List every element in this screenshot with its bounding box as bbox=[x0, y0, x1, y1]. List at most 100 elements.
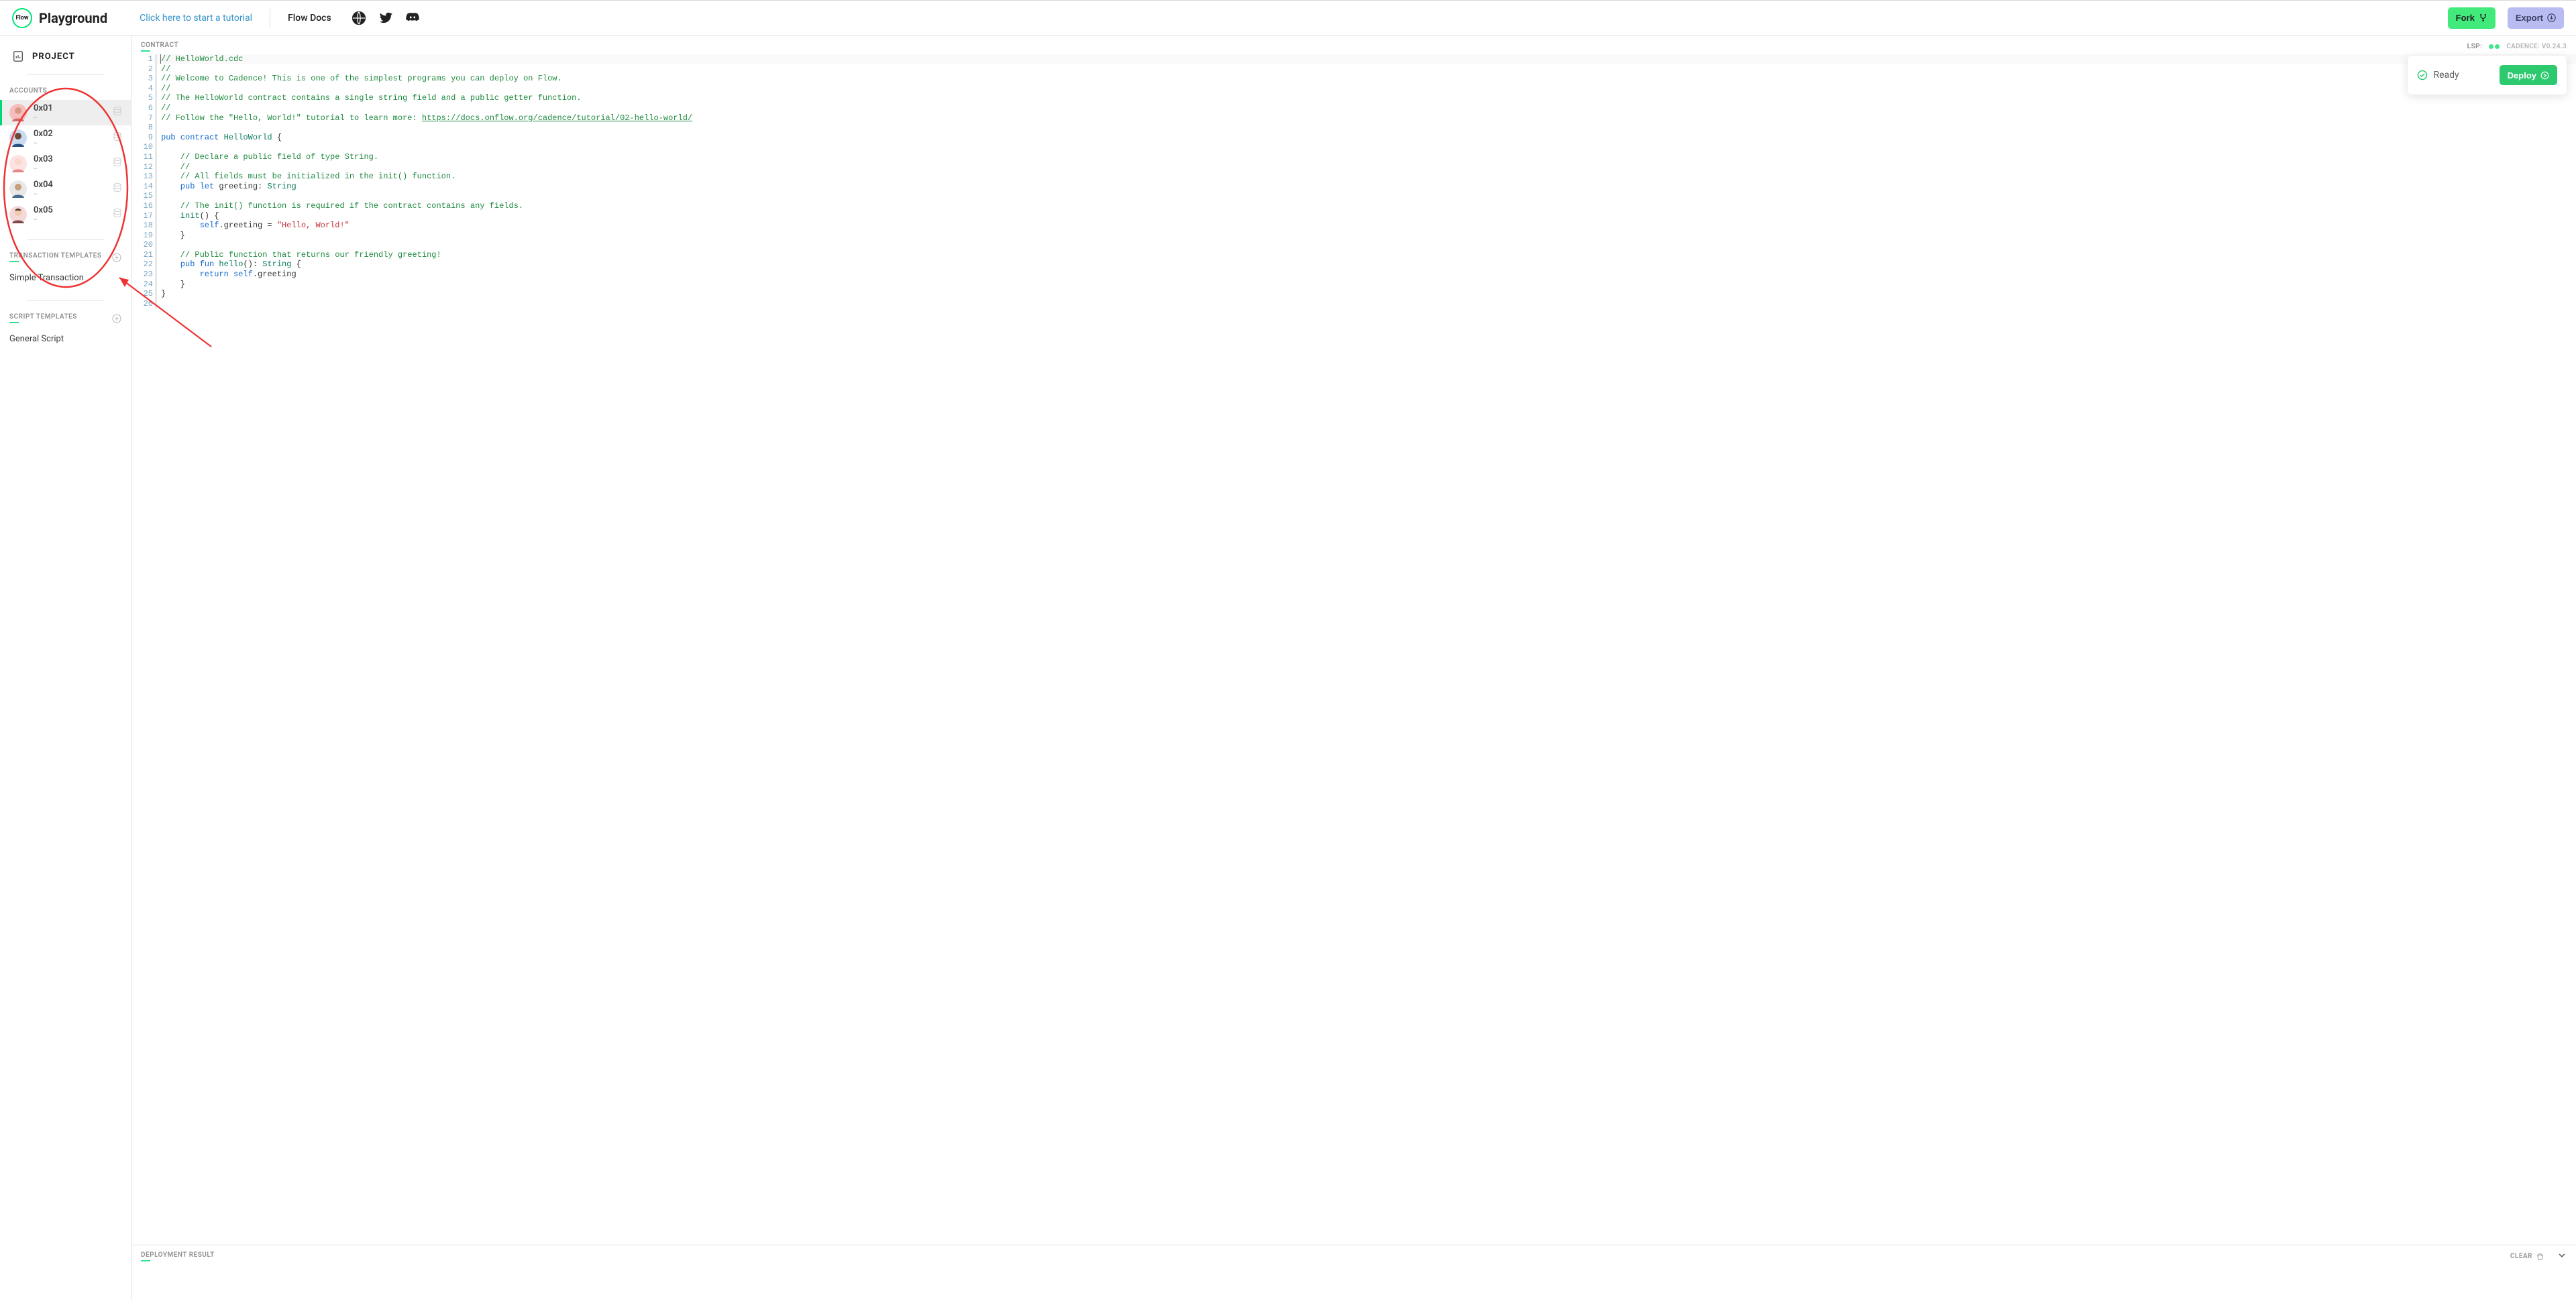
code-text: return bbox=[161, 270, 233, 279]
deployment-result-panel: DEPLOYMENT RESULT CLEAR bbox=[131, 1245, 2576, 1301]
account-0x05[interactable]: 0x05 -- bbox=[0, 202, 131, 227]
account-address: 0x04 bbox=[34, 180, 53, 190]
discord-icon[interactable] bbox=[405, 11, 420, 25]
account-0x01[interactable]: 0x01 -- bbox=[0, 100, 131, 125]
code-text: // Public function that returns our frie… bbox=[161, 250, 441, 260]
chevron-down-icon[interactable] bbox=[2557, 1251, 2567, 1262]
accounts-label: ACCOUNTS bbox=[9, 87, 47, 95]
database-icon bbox=[113, 183, 121, 195]
top-bar: Flow Playground Click here to start a tu… bbox=[0, 1, 2576, 36]
code-text: init bbox=[161, 211, 200, 221]
code-text: let bbox=[200, 182, 219, 191]
avatar-icon bbox=[9, 104, 27, 121]
account-0x04[interactable]: 0x04 -- bbox=[0, 176, 131, 202]
export-button-label: Export bbox=[2516, 13, 2543, 23]
export-button[interactable]: Export bbox=[2508, 7, 2564, 29]
lsp-label: LSP: bbox=[2467, 43, 2483, 50]
code-text: // bbox=[161, 162, 190, 172]
project-label: PROJECT bbox=[32, 52, 75, 62]
clear-label: CLEAR bbox=[2510, 1253, 2532, 1260]
account-sub: -- bbox=[34, 190, 53, 198]
code-text: // Welcome to Cadence! This is one of th… bbox=[161, 74, 562, 83]
database-icon bbox=[113, 107, 121, 119]
account-address: 0x05 bbox=[34, 206, 53, 215]
avatar-icon bbox=[9, 206, 27, 223]
contract-tab-label: CONTRACT bbox=[141, 42, 178, 49]
account-0x03[interactable]: 0x03 -- bbox=[0, 151, 131, 176]
account-sub: -- bbox=[34, 165, 53, 172]
sidebar: PROJECT ACCOUNTS 0x01 -- bbox=[0, 36, 131, 1301]
code-text: // bbox=[161, 103, 170, 113]
code-text: HelloWorld bbox=[224, 133, 272, 142]
line-gutter: 1234567891011121314151617181920212223242… bbox=[131, 54, 158, 1245]
code-editor[interactable]: 1234567891011121314151617181920212223242… bbox=[131, 52, 2576, 1245]
add-tx-template-button[interactable] bbox=[112, 253, 121, 262]
code-text: } bbox=[161, 289, 166, 298]
script-templates-label: SCRIPT TEMPLATES bbox=[9, 313, 77, 321]
code-text: contract bbox=[180, 133, 224, 142]
code-text: // Declare a public field of type String… bbox=[161, 152, 378, 162]
code-text: { bbox=[272, 133, 282, 142]
logo[interactable]: Flow Playground bbox=[12, 8, 107, 28]
lsp-status-icon bbox=[2489, 44, 2500, 49]
code-text: self bbox=[233, 270, 253, 279]
script-templates-header: SCRIPT TEMPLATES bbox=[0, 313, 131, 329]
avatar-icon bbox=[9, 129, 27, 147]
twitter-icon[interactable] bbox=[378, 11, 393, 25]
code-text: pub bbox=[161, 133, 180, 142]
account-0x02[interactable]: 0x02 -- bbox=[0, 125, 131, 151]
code-text: } bbox=[161, 280, 185, 289]
add-script-template-button[interactable] bbox=[112, 314, 121, 323]
code-text: greeting bbox=[219, 182, 258, 191]
project-icon bbox=[12, 50, 24, 62]
account-sub: -- bbox=[34, 216, 53, 223]
flow-logo-icon: Flow bbox=[12, 8, 32, 28]
database-icon bbox=[113, 209, 121, 221]
divider bbox=[27, 300, 104, 301]
tutorial-link[interactable]: Click here to start a tutorial bbox=[140, 13, 252, 23]
code-text: (): bbox=[243, 260, 262, 269]
project-heading[interactable]: PROJECT bbox=[0, 50, 131, 74]
fork-icon bbox=[2479, 13, 2487, 22]
code-text: // HelloWorld.cdc bbox=[161, 54, 243, 64]
code-text: { bbox=[291, 260, 301, 269]
divider bbox=[27, 239, 104, 240]
clear-icon bbox=[2536, 1253, 2544, 1260]
fork-button[interactable]: Fork bbox=[2448, 7, 2496, 29]
deploy-button[interactable]: Deploy bbox=[2500, 65, 2557, 85]
avatar-icon bbox=[9, 155, 27, 172]
avatar-icon bbox=[9, 180, 27, 198]
check-circle-icon bbox=[2417, 70, 2428, 80]
code-text: .greeting = bbox=[219, 221, 276, 230]
deploy-status: Ready bbox=[2417, 70, 2459, 80]
deploy-button-label: Deploy bbox=[2508, 70, 2536, 80]
code-text: () { bbox=[200, 211, 219, 221]
code-text: // All fields must be initialized in the… bbox=[161, 172, 455, 181]
account-address: 0x02 bbox=[34, 129, 53, 139]
code-url[interactable]: https://docs.onflow.org/cadence/tutorial… bbox=[422, 113, 692, 123]
code-text: // bbox=[161, 64, 170, 74]
code-text: pub bbox=[161, 182, 200, 191]
script-template-item[interactable]: General Script bbox=[0, 329, 131, 349]
account-sub: -- bbox=[34, 114, 53, 121]
ready-label: Ready bbox=[2433, 70, 2459, 80]
code-text: self bbox=[161, 221, 219, 230]
accounts-header: ACCOUNTS bbox=[0, 87, 131, 100]
code-text: "Hello, World!" bbox=[277, 221, 350, 230]
code-text: // The init() function is required if th… bbox=[161, 201, 523, 211]
code-text: .greeting bbox=[253, 270, 297, 279]
code-text: // bbox=[161, 84, 170, 93]
clear-button[interactable]: CLEAR bbox=[2510, 1253, 2544, 1260]
code-text: String bbox=[267, 182, 296, 191]
database-icon bbox=[113, 158, 121, 170]
code-text: // Follow the "Hello, World!" tutorial t… bbox=[161, 113, 422, 123]
editor-pane: CONTRACT LSP: CADENCE: V0.24.3 123456789… bbox=[131, 36, 2576, 1301]
cadence-version: CADENCE: V0.24.3 bbox=[2506, 43, 2567, 50]
database-icon bbox=[113, 132, 121, 144]
divider bbox=[27, 74, 104, 75]
tx-template-item[interactable]: Simple Transaction bbox=[0, 268, 131, 288]
tx-templates-label: TRANSACTION TEMPLATES bbox=[9, 252, 102, 260]
globe-icon[interactable] bbox=[352, 11, 366, 25]
flow-docs-link[interactable]: Flow Docs bbox=[288, 13, 331, 23]
download-icon bbox=[2547, 13, 2556, 22]
